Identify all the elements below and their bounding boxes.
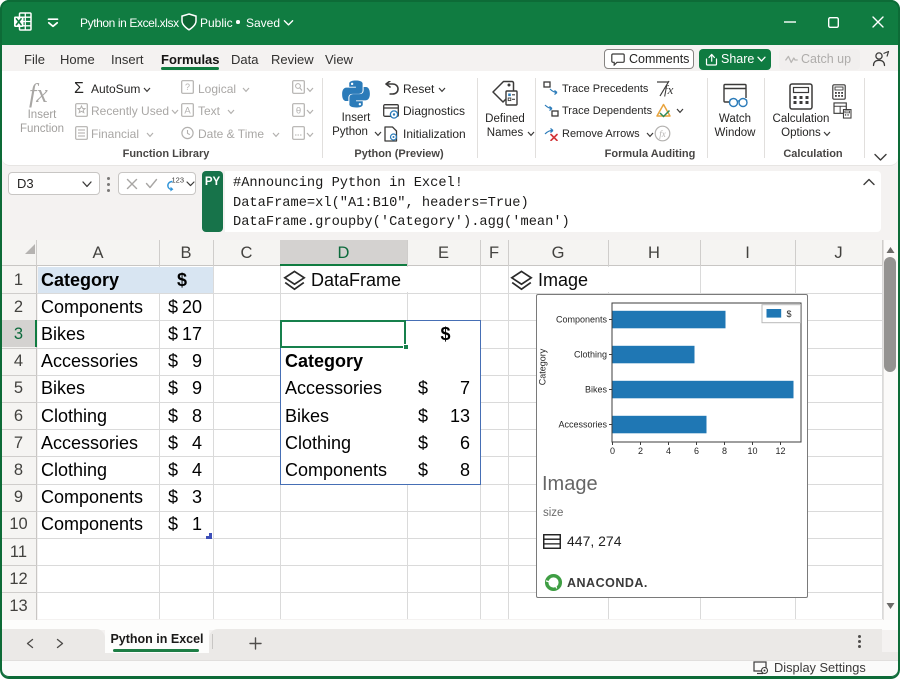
svg-text:6: 6 — [694, 446, 699, 456]
svg-text:Accessories: Accessories — [558, 420, 607, 430]
svg-text:Clothing: Clothing — [574, 350, 607, 360]
svg-text:A: A — [184, 106, 191, 117]
svg-text:Bikes: Bikes — [585, 385, 608, 395]
svg-text:2: 2 — [638, 446, 643, 456]
svg-text:fx: fx — [659, 129, 666, 139]
svg-text:4: 4 — [666, 446, 671, 456]
svg-text:fx: fx — [664, 82, 674, 97]
svg-text:12: 12 — [775, 446, 785, 456]
svg-text:8: 8 — [722, 446, 727, 456]
svg-text:0: 0 — [610, 446, 615, 456]
svg-text:123: 123 — [172, 176, 185, 185]
svg-text:?: ? — [185, 82, 190, 92]
svg-text:Category: Category — [538, 348, 548, 385]
svg-text:10: 10 — [747, 446, 757, 456]
svg-text:θ: θ — [296, 106, 301, 117]
svg-text:$: $ — [787, 309, 792, 319]
svg-text:Components: Components — [556, 315, 608, 325]
